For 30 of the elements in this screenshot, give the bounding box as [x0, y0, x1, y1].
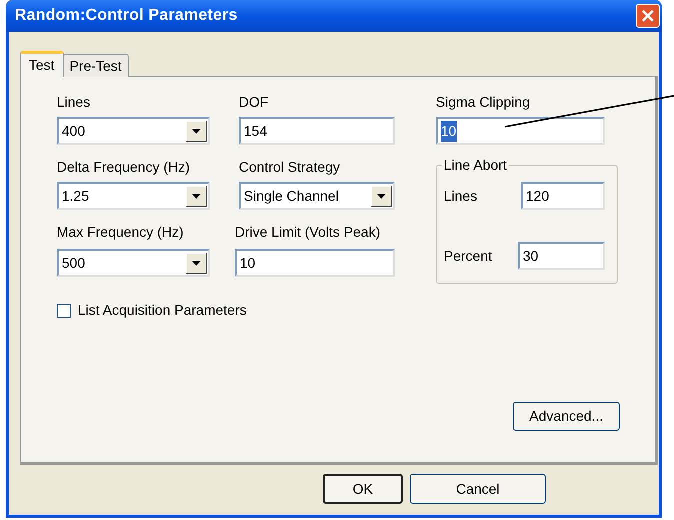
field-label: DOF: [239, 94, 270, 110]
dropdown[interactable]: Single Channel: [239, 182, 395, 210]
field-label: Lines: [57, 94, 92, 110]
dialog-button[interactable]: Cancel: [410, 474, 546, 504]
input-field[interactable]: 154: [239, 117, 395, 145]
dropdown[interactable]: 400: [57, 117, 210, 145]
dropdown[interactable]: 1.25: [57, 182, 210, 210]
dropdown[interactable]: 500: [57, 249, 210, 277]
close-button[interactable]: [636, 4, 660, 28]
window-title: Random:Control Parameters: [15, 6, 238, 26]
field-label: Max Frequency (Hz): [57, 224, 185, 240]
close-icon: [641, 9, 655, 23]
dialog-button[interactable]: OK: [323, 474, 403, 504]
tab[interactable]: Pre-Test: [62, 54, 129, 77]
field-label: Percent: [444, 246, 492, 266]
input-field[interactable]: 30: [518, 242, 605, 270]
field-label: Lines: [444, 186, 478, 206]
input-field[interactable]: 10: [436, 117, 605, 145]
field-label: Drive Limit (Volts Peak): [235, 224, 382, 240]
input-field[interactable]: 120: [521, 182, 605, 210]
field-label: Sigma Clipping: [436, 94, 532, 110]
field-label: Delta Frequency (Hz): [57, 159, 192, 175]
advanced-button[interactable]: Advanced...: [513, 402, 620, 431]
group-title: Line Abort: [442, 157, 510, 173]
tab[interactable]: Test: [20, 51, 64, 77]
input-field[interactable]: 10: [235, 249, 395, 277]
field-label: Control Strategy: [239, 159, 342, 175]
checkbox-label[interactable]: List Acquisition Parameters: [78, 300, 247, 321]
field-value: 10: [441, 120, 457, 142]
checkbox[interactable]: [57, 304, 71, 318]
